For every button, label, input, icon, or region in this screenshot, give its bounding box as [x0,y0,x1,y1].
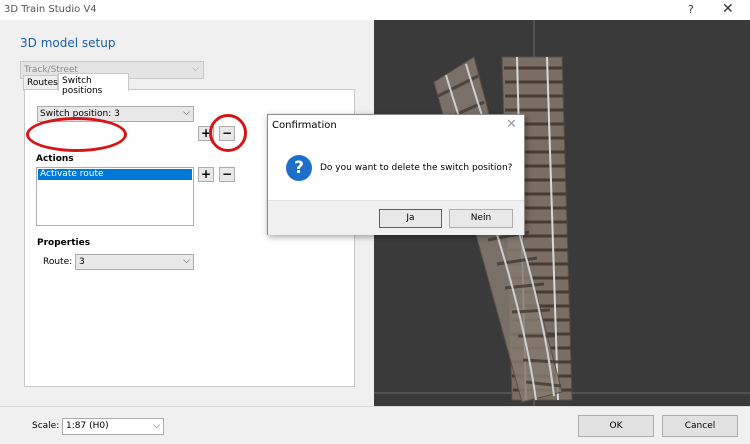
properties-label: Properties [37,238,91,248]
scale-value: 1:87 (H0) [66,421,109,431]
add-switch-position-button[interactable]: + [198,126,214,141]
switch-position-select[interactable]: Switch position: 3 ⌵ [37,106,194,122]
window-title: 3D Train Studio V4 [4,4,97,15]
help-button[interactable]: ? [688,3,694,16]
ok-button[interactable]: OK [578,415,654,437]
yes-button[interactable]: Ja [379,209,442,228]
remove-action-button[interactable]: − [219,167,235,182]
window-titlebar: 3D Train Studio V4 ? ✕ [0,0,750,20]
add-action-button[interactable]: + [198,167,214,182]
setup-title: 3D model setup [20,36,116,50]
actions-label: Actions [36,154,74,164]
confirmation-dialog: Confirmation ✕ ? Do you want to delete t… [267,114,525,235]
dialog-title: Confirmation [272,120,337,131]
list-item[interactable]: Activate route [38,169,192,180]
dialog-footer: Ja Nein [268,200,524,235]
actions-list[interactable]: Activate route [36,167,194,226]
chevron-down-icon: ⌵ [153,421,160,431]
question-icon: ? [286,155,312,181]
route-select[interactable]: 3 ⌵ [75,254,194,270]
chevron-down-icon: ⌵ [192,64,199,74]
dialog-message: Do you want to delete the switch positio… [320,163,513,173]
scale-select[interactable]: 1:87 (H0) ⌵ [62,418,164,435]
route-value: 3 [79,257,85,267]
chevron-down-icon: ⌵ [183,108,190,118]
bottom-bar: Scale: 1:87 (H0) ⌵ OK Cancel [0,406,750,444]
tab-switch-positions[interactable]: Switch positions [58,73,129,96]
scale-label: Scale: [32,421,60,431]
dialog-close-icon[interactable]: ✕ [506,117,517,132]
switch-position-value: Switch position: 3 [40,109,120,119]
no-button[interactable]: Nein [449,209,513,228]
route-label: Route: [43,257,73,267]
chevron-down-icon: ⌵ [183,256,190,266]
close-window-button[interactable]: ✕ [722,1,734,17]
cancel-button[interactable]: Cancel [662,415,738,437]
remove-switch-position-button[interactable]: − [219,126,235,141]
